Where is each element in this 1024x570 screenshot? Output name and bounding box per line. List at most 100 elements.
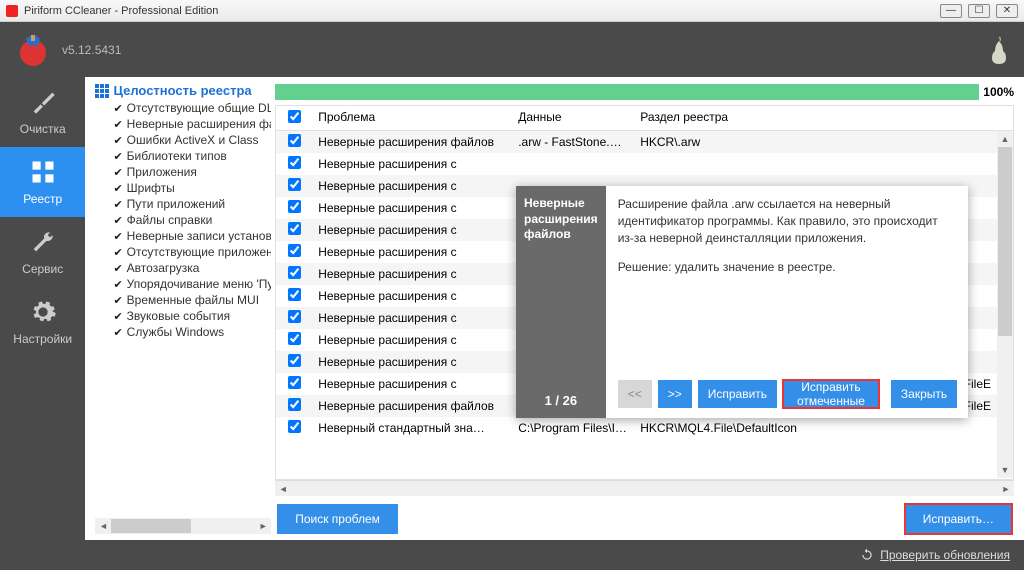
brush-icon — [29, 88, 57, 116]
tree-item-label: Приложения — [127, 165, 197, 179]
tree-hscrollbar[interactable]: ◄ ► — [95, 518, 271, 534]
row-checkbox[interactable] — [288, 266, 301, 279]
tree-item[interactable]: ✔Отсутствующие приложения — [95, 244, 271, 260]
check-icon: ✔ — [113, 294, 122, 307]
cell-problem: Неверные расширения с — [312, 153, 512, 175]
tree-item-label: Неверные расширения файлов — [127, 117, 272, 131]
table-hscrollbar[interactable]: ◄ ► — [275, 480, 1014, 496]
prev-button[interactable]: << — [618, 380, 652, 408]
scroll-left-icon[interactable]: ◄ — [95, 518, 111, 534]
sidebar-item-label: Сервис — [22, 262, 63, 276]
tree-item-label: Библиотеки типов — [127, 149, 227, 163]
window-title: Piriform CCleaner - Professional Edition — [24, 5, 218, 17]
cell-problem: Неверные расширения с — [312, 307, 512, 329]
check-icon: ✔ — [113, 102, 122, 115]
close-button[interactable]: ✕ — [996, 4, 1018, 18]
scroll-right-icon[interactable]: ► — [998, 481, 1014, 497]
row-checkbox[interactable] — [288, 354, 301, 367]
col-data[interactable]: Данные — [512, 106, 634, 130]
tree-item-label: Службы Windows — [127, 325, 224, 339]
check-icon: ✔ — [113, 214, 122, 227]
select-all-checkbox[interactable] — [288, 110, 301, 123]
dialog-description: Расширение файла .arw ссылается на невер… — [618, 196, 957, 246]
table-row[interactable]: Неверные расширения файлов.arw - FastSto… — [276, 131, 997, 153]
tree-item-label: Автозагрузка — [127, 261, 200, 275]
tree-item[interactable]: ✔Ошибки ActiveX и Class — [95, 132, 271, 148]
sidebar-item-options[interactable]: Настройки — [0, 287, 85, 357]
row-checkbox[interactable] — [288, 156, 301, 169]
scroll-right-icon[interactable]: ► — [255, 518, 271, 534]
row-checkbox[interactable] — [288, 178, 301, 191]
fix-marked-button[interactable]: Исправить отмеченные — [783, 380, 879, 408]
tree-item[interactable]: ✔Службы Windows — [95, 324, 271, 340]
row-checkbox[interactable] — [288, 244, 301, 257]
check-icon: ✔ — [113, 182, 122, 195]
table-header: Проблема Данные Раздел реестра — [276, 106, 1013, 131]
search-problems-button[interactable]: Поиск проблем — [277, 504, 398, 534]
sidebar-item-cleaner[interactable]: Очистка — [0, 77, 85, 147]
row-checkbox[interactable] — [288, 288, 301, 301]
tree-item[interactable]: ✔ Временные файлы MUI — [95, 292, 271, 308]
tree-item-label: Неверные записи установщика — [127, 229, 272, 243]
row-checkbox[interactable] — [288, 420, 301, 433]
close-dialog-button[interactable]: Закрыть — [891, 380, 957, 408]
app-icon — [6, 5, 18, 17]
tree-item[interactable]: ✔ Библиотеки типов — [95, 148, 271, 164]
row-checkbox[interactable] — [288, 134, 301, 147]
sidebar-item-registry[interactable]: Реестр — [0, 147, 85, 217]
progress-pct: 100% — [983, 85, 1014, 99]
cell-problem: Неверные расширения с — [312, 241, 512, 263]
dialog-category: Неверные расширения файлов — [524, 196, 598, 243]
tree-item[interactable]: ✔Звуковые события — [95, 308, 271, 324]
cell-problem: Неверные расширения с — [312, 285, 512, 307]
pear-icon — [986, 35, 1012, 65]
fix-button[interactable]: Исправить… — [905, 504, 1012, 534]
ccleaner-logo — [12, 29, 54, 71]
row-checkbox[interactable] — [288, 398, 301, 411]
next-button[interactable]: >> — [658, 380, 692, 408]
col-registry[interactable]: Раздел реестра — [634, 106, 1013, 130]
scroll-down-icon[interactable]: ▼ — [997, 462, 1013, 478]
tree-item[interactable]: ✔Упорядочивание меню 'Пуск' — [95, 276, 271, 292]
check-icon: ✔ — [113, 150, 122, 163]
minimize-button[interactable]: — — [940, 4, 962, 18]
scroll-up-icon[interactable]: ▲ — [997, 131, 1013, 147]
tree-item-label: Ошибки ActiveX и Class — [127, 133, 259, 147]
tree-item[interactable]: ✔Шрифты — [95, 180, 271, 196]
maximize-button[interactable]: ☐ — [968, 4, 990, 18]
row-checkbox[interactable] — [288, 332, 301, 345]
tree-item[interactable]: ✔Пути приложений — [95, 196, 271, 212]
table-vscrollbar[interactable]: ▲ ▼ — [997, 131, 1013, 478]
tree-item[interactable]: ✔Автозагрузка — [95, 260, 271, 276]
sidebar-item-tools[interactable]: Сервис — [0, 217, 85, 287]
tree-item[interactable]: ✔Файлы справки — [95, 212, 271, 228]
row-checkbox[interactable] — [288, 376, 301, 389]
cell-data: .arw - FastStone.arw — [512, 131, 634, 153]
cell-registry — [634, 160, 997, 168]
table-row[interactable]: Неверные расширения с — [276, 153, 997, 175]
cell-problem: Неверные расширения файлов — [312, 131, 512, 153]
tree-item[interactable]: ✔Отсутствующие общие DLL — [95, 100, 271, 116]
tree-item[interactable]: ✔Приложения — [95, 164, 271, 180]
scroll-left-icon[interactable]: ◄ — [275, 481, 291, 497]
table-row[interactable]: Неверный стандартный зна…C:\Program File… — [276, 417, 997, 439]
sidebar-item-label: Реестр — [23, 192, 62, 206]
cell-data — [512, 160, 634, 168]
check-icon: ✔ — [113, 198, 122, 211]
row-checkbox[interactable] — [288, 222, 301, 235]
cell-problem: Неверные расширения с — [312, 373, 512, 395]
tree-item[interactable]: ✔Неверные расширения файлов — [95, 116, 271, 132]
tree-item-label: Временные файлы MUI — [127, 293, 259, 307]
col-problem[interactable]: Проблема — [312, 106, 512, 130]
fix-dialog: Неверные расширения файлов 1 / 26 Расшир… — [516, 186, 968, 418]
scroll-thumb[interactable] — [111, 519, 190, 533]
cell-problem: Неверный стандартный зна… — [312, 417, 512, 439]
sidebar-item-label: Настройки — [13, 332, 72, 346]
tree-item[interactable]: ✔Неверные записи установщика — [95, 228, 271, 244]
fix-one-button[interactable]: Исправить — [698, 380, 777, 408]
row-checkbox[interactable] — [288, 310, 301, 323]
scroll-thumb[interactable] — [998, 147, 1012, 336]
row-checkbox[interactable] — [288, 200, 301, 213]
refresh-icon — [860, 548, 874, 562]
check-updates-link[interactable]: Проверить обновления — [880, 548, 1010, 562]
